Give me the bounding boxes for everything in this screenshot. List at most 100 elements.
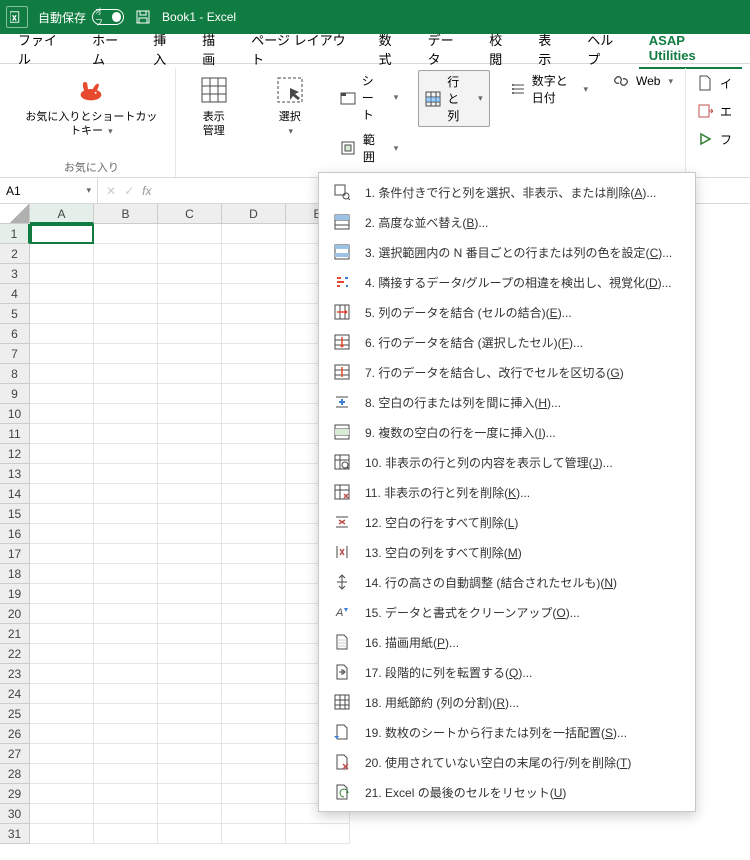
cell[interactable] xyxy=(94,564,158,584)
cell[interactable] xyxy=(94,484,158,504)
cell[interactable] xyxy=(30,364,94,384)
cell[interactable] xyxy=(30,624,94,644)
cell[interactable] xyxy=(222,724,286,744)
row-header[interactable]: 30 xyxy=(0,804,30,824)
menu-item-9[interactable]: 9. 複数の空白の行を一度に挿入(I)... xyxy=(319,417,695,447)
save-icon[interactable] xyxy=(134,8,152,26)
menu-item-21[interactable]: 21. Excel の最後のセルをリセット(U) xyxy=(319,777,695,807)
cell[interactable] xyxy=(30,724,94,744)
cell[interactable] xyxy=(222,464,286,484)
cell[interactable] xyxy=(30,544,94,564)
cell[interactable] xyxy=(94,244,158,264)
cell[interactable] xyxy=(158,324,222,344)
menu-item-3[interactable]: 3. 選択範囲内の N 番目ごとの行または列の色を設定(C)... xyxy=(319,237,695,267)
cell[interactable] xyxy=(94,304,158,324)
cell[interactable] xyxy=(30,784,94,804)
menu-item-14[interactable]: 14. 行の高さの自動調整 (結合されたセルも)(N) xyxy=(319,567,695,597)
cell[interactable] xyxy=(94,384,158,404)
cell[interactable] xyxy=(30,284,94,304)
cell[interactable] xyxy=(30,604,94,624)
row-header[interactable]: 8 xyxy=(0,364,30,384)
cell[interactable] xyxy=(94,324,158,344)
row-header[interactable]: 1 xyxy=(0,224,30,244)
cell[interactable] xyxy=(94,804,158,824)
cell[interactable] xyxy=(222,824,286,844)
row-header[interactable]: 9 xyxy=(0,384,30,404)
cell[interactable] xyxy=(94,684,158,704)
tab-asap-utilities[interactable]: ASAP Utilities xyxy=(639,29,742,69)
row-header[interactable]: 5 xyxy=(0,304,30,324)
cell[interactable] xyxy=(158,724,222,744)
cell[interactable] xyxy=(158,244,222,264)
cell[interactable] xyxy=(30,444,94,464)
cell[interactable] xyxy=(158,804,222,824)
cell[interactable] xyxy=(222,244,286,264)
side-btn-1[interactable]: イ xyxy=(692,72,736,94)
cell[interactable] xyxy=(94,544,158,564)
cell[interactable] xyxy=(94,344,158,364)
cell[interactable] xyxy=(222,664,286,684)
cell[interactable] xyxy=(222,704,286,724)
cell[interactable] xyxy=(158,824,222,844)
cell[interactable] xyxy=(222,624,286,644)
cell[interactable] xyxy=(30,524,94,544)
menu-item-19[interactable]: 19. 数枚のシートから行または列を一括配置(S)... xyxy=(319,717,695,747)
cell[interactable] xyxy=(222,784,286,804)
row-header[interactable]: 2 xyxy=(0,244,30,264)
cell[interactable] xyxy=(94,524,158,544)
row-header[interactable]: 10 xyxy=(0,404,30,424)
cell[interactable] xyxy=(222,424,286,444)
cell[interactable] xyxy=(158,664,222,684)
select-button[interactable]: 選択▾ xyxy=(260,70,320,143)
menu-item-4[interactable]: 4. 隣接するデータ/グループの相違を検出し、視覚化(D)... xyxy=(319,267,695,297)
cell[interactable] xyxy=(222,324,286,344)
side-btn-3[interactable]: フ xyxy=(692,128,736,150)
menu-item-7[interactable]: 7. 行のデータを結合し、改行でセルを区切る(G) xyxy=(319,357,695,387)
cell[interactable] xyxy=(286,824,350,844)
cell[interactable] xyxy=(158,224,222,244)
cell[interactable] xyxy=(30,324,94,344)
cell[interactable] xyxy=(222,404,286,424)
menu-item-16[interactable]: 16. 描画用紙(P)... xyxy=(319,627,695,657)
cell[interactable] xyxy=(94,784,158,804)
menu-item-12[interactable]: 12. 空白の行をすべて削除(L) xyxy=(319,507,695,537)
range-button[interactable]: 範囲▾ xyxy=(336,129,403,167)
row-header[interactable]: 18 xyxy=(0,564,30,584)
cell[interactable] xyxy=(158,484,222,504)
cell[interactable] xyxy=(158,644,222,664)
cell[interactable] xyxy=(222,524,286,544)
cell[interactable] xyxy=(94,364,158,384)
row-header[interactable]: 3 xyxy=(0,264,30,284)
cell[interactable] xyxy=(94,404,158,424)
cell[interactable] xyxy=(158,364,222,384)
cell[interactable] xyxy=(158,604,222,624)
side-btn-2[interactable]: エ xyxy=(692,100,736,122)
cell[interactable] xyxy=(30,704,94,724)
row-header[interactable]: 22 xyxy=(0,644,30,664)
cell[interactable] xyxy=(94,444,158,464)
row-header[interactable]: 19 xyxy=(0,584,30,604)
cell[interactable] xyxy=(222,224,286,244)
menu-item-10[interactable]: 10. 非表示の行と列の内容を表示して管理(J)... xyxy=(319,447,695,477)
cell[interactable] xyxy=(94,764,158,784)
rows-cols-button[interactable]: 行と列▾ xyxy=(418,70,489,127)
row-header[interactable]: 11 xyxy=(0,424,30,444)
cell[interactable] xyxy=(158,344,222,364)
menu-item-18[interactable]: 18. 用紙節約 (列の分割)(R)... xyxy=(319,687,695,717)
cell[interactable] xyxy=(30,804,94,824)
cell[interactable] xyxy=(94,284,158,304)
cell[interactable] xyxy=(94,724,158,744)
cell[interactable] xyxy=(30,744,94,764)
row-header[interactable]: 23 xyxy=(0,664,30,684)
menu-item-8[interactable]: 8. 空白の行または列を間に挿入(H)... xyxy=(319,387,695,417)
cell[interactable] xyxy=(94,584,158,604)
cell[interactable] xyxy=(158,544,222,564)
cell[interactable] xyxy=(30,484,94,504)
cell[interactable] xyxy=(222,264,286,284)
cell[interactable] xyxy=(222,364,286,384)
row-header[interactable]: 25 xyxy=(0,704,30,724)
cell[interactable] xyxy=(222,684,286,704)
cell[interactable] xyxy=(94,464,158,484)
row-header[interactable]: 4 xyxy=(0,284,30,304)
cell[interactable] xyxy=(222,504,286,524)
